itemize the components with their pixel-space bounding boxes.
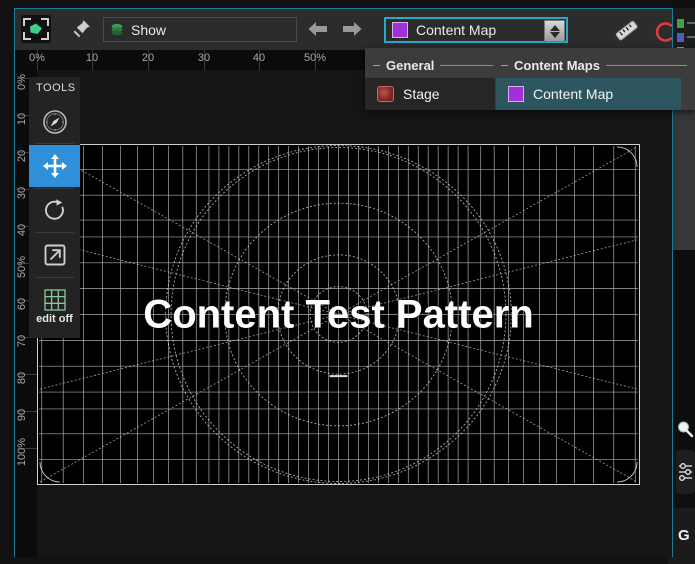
ruler-label: 40 [16,224,28,236]
ruler-label: 100% [16,438,28,466]
ruler-label: 60 [16,298,28,310]
history-nav [307,19,363,39]
ruler-label: 30 [16,187,28,199]
ruler-label: 0% [29,52,45,64]
ruler-label: 0% [16,74,28,90]
ruler-label: 10 [86,52,98,64]
rotate-icon [42,198,68,224]
ruler-label: 70 [16,335,28,347]
scale-expand-icon [42,242,68,268]
layer-color-swatch [677,19,684,28]
dropdown-group-header-general: General [373,56,493,74]
dropdown-group-header-content-maps: Content Maps [501,56,687,74]
search-icon[interactable] [676,420,694,438]
ruler-label: 90 [16,409,28,421]
move-tool[interactable] [29,145,80,187]
ruler-label: 30 [198,52,210,64]
compass-icon [40,107,70,137]
layer-color-swatch [677,33,684,42]
show-label: Show [131,22,166,38]
move-arrows-icon [42,153,68,179]
item-label: Content Map [533,86,613,102]
content-map-dropdown: General Content Maps Stage Content Map [365,48,695,110]
record-c-icon[interactable] [653,21,675,43]
stage-canvas[interactable]: Content Test Pattern [37,144,640,485]
stack-layers-icon [110,23,124,37]
canvas-area[interactable]: Content Test Pattern [37,70,672,557]
ruler-label: 20 [142,52,154,64]
layer-line [687,36,695,38]
layer-line [687,22,695,24]
scale-tool[interactable] [29,234,80,276]
grid-icon [40,285,70,315]
purple-square-icon [508,86,524,102]
ruler-label: 40 [253,52,265,64]
updown-spinner-icon[interactable] [544,20,565,42]
ruler-label: 50% [304,52,326,64]
layer-row[interactable] [677,18,695,28]
pushpin-icon[interactable] [67,17,93,43]
ruler-label: 80 [16,372,28,384]
ruler-icon[interactable] [613,19,641,43]
filters-button[interactable] [676,450,695,494]
item-label: Stage [403,86,440,102]
dropdown-column-general: Stage [365,78,495,110]
navigate-tool[interactable] [29,101,80,143]
ruler-label: 10 [16,113,28,125]
tools-title: TOOLS [36,82,76,94]
sliders-icon [676,450,695,494]
arrow-right-icon[interactable] [341,19,363,39]
dropdown-column-content-maps: Content Map [496,78,681,110]
application-window: G Show [0,0,695,564]
dropdown-item-stage[interactable]: Stage [365,78,495,110]
purple-square-icon [392,22,408,38]
stage-sphere-icon [377,86,394,102]
pattern-title: Content Test Pattern [143,292,533,337]
group-title: Content Maps [514,58,600,73]
content-map-value: Content Map [416,22,496,38]
layer-row[interactable] [677,32,695,42]
ruler-label: 20 [16,150,28,162]
top-toolbar: Show Content Map [15,9,672,50]
tools-panel: TOOLS [29,77,80,338]
ruler-label: 50% [16,256,28,278]
group-title: General [386,58,434,73]
show-field[interactable]: Show [103,17,297,42]
truncated-label: G [678,527,690,544]
content-map-selector[interactable]: Content Map [384,17,568,43]
dropdown-item-content-map[interactable]: Content Map [496,78,681,110]
rotate-tool[interactable] [29,190,80,232]
target-bracket-icon[interactable] [21,15,51,43]
grid-state-label: edit off [29,313,80,325]
arrow-left-icon[interactable] [307,19,329,39]
